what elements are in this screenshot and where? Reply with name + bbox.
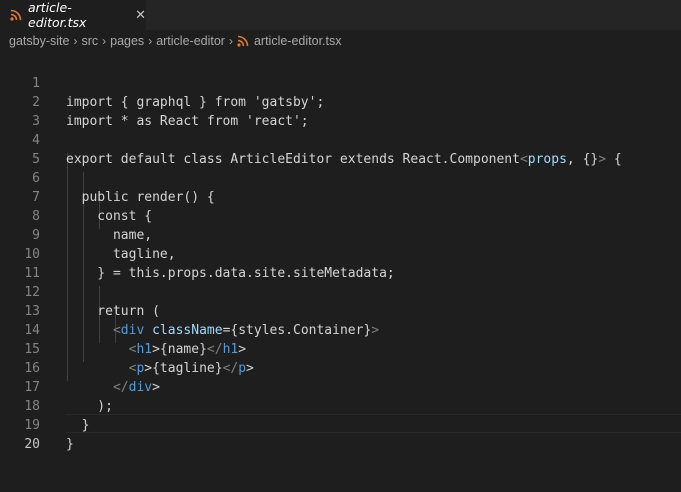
code-line: 18 } xyxy=(0,378,681,433)
chevron-right-icon: › xyxy=(228,34,233,48)
chevron-right-icon: › xyxy=(148,34,153,48)
code-line: 1 import { graphql } from 'gatsby'; xyxy=(0,55,681,110)
code-line: 3 xyxy=(0,93,681,129)
code-line: 12 return ( xyxy=(0,264,681,319)
tab-label: article-editor.tsx xyxy=(28,0,87,30)
code-line: 15 <p>{tagline}</p> xyxy=(0,321,681,376)
code-line: 13 <div className={styles.Container}> xyxy=(0,283,681,338)
code-line: 8 name, xyxy=(0,188,681,243)
breadcrumb-item-src[interactable]: src xyxy=(81,34,98,48)
rss-icon xyxy=(237,35,249,47)
breadcrumb-item-file[interactable]: article-editor.tsx xyxy=(254,34,342,48)
code-line: 5 xyxy=(0,131,681,167)
breadcrumb-item-article-editor[interactable]: article-editor xyxy=(156,34,225,48)
code-line: 4 export default class ArticleEditor ext… xyxy=(0,112,681,167)
code-line: 10 } = this.props.data.site.siteMetadata… xyxy=(0,226,681,281)
breadcrumb: gatsby-site › src › pages › article-edit… xyxy=(0,30,681,52)
chevron-right-icon: › xyxy=(73,34,78,48)
code-text: } xyxy=(66,437,74,452)
breadcrumb-item-pages[interactable]: pages xyxy=(110,34,144,48)
code-line: 17 ); xyxy=(0,359,681,414)
code-editor[interactable]: 1 import { graphql } from 'gatsby'; 2 im… xyxy=(0,52,681,461)
code-line: 7 const { xyxy=(0,169,681,224)
close-icon[interactable]: ✕ xyxy=(135,8,146,23)
breadcrumb-item-gatsby-site[interactable]: gatsby-site xyxy=(9,34,69,48)
code-line: 19 } xyxy=(0,397,681,452)
line-number: 20 xyxy=(24,437,40,452)
code-line: 6 public render() { xyxy=(0,150,681,205)
rss-icon xyxy=(10,9,22,21)
code-line: 11 xyxy=(0,245,681,281)
chevron-right-icon: › xyxy=(102,34,107,48)
code-line: 16 </div> xyxy=(0,340,681,395)
code-line: 20 xyxy=(0,416,681,452)
tab-article-editor[interactable]: article-editor.tsx ✕ xyxy=(0,0,147,30)
code-line: 14 <h1>{name}</h1> xyxy=(0,302,681,357)
code-line: 2 import * as React from 'react'; xyxy=(0,74,681,129)
tab-bar: article-editor.tsx ✕ xyxy=(0,0,681,30)
code-line: 9 tagline, xyxy=(0,207,681,262)
